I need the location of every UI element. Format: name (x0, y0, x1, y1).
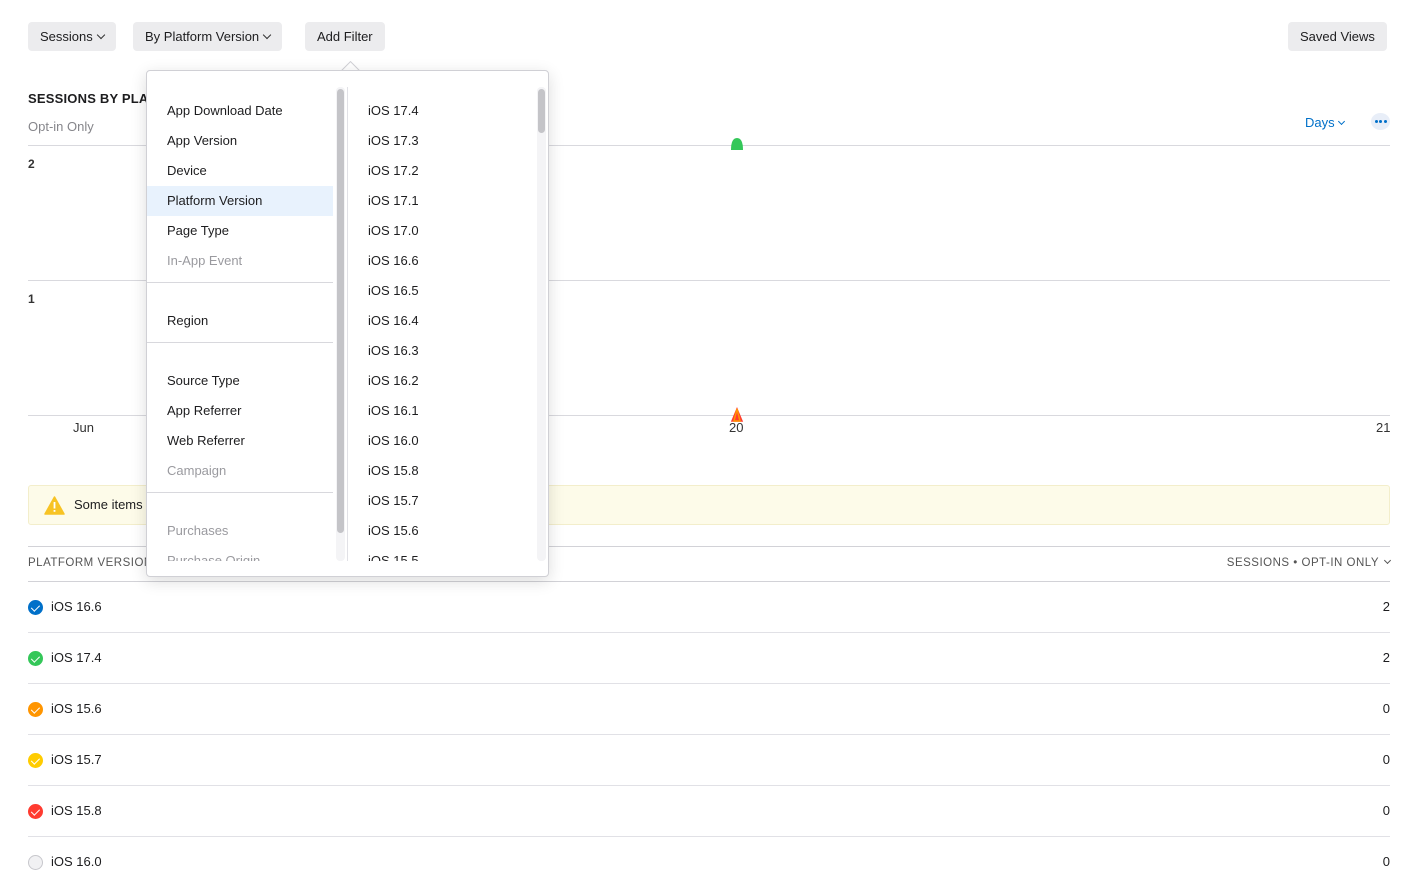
x-tick-label: Jun (73, 420, 94, 435)
platform-version-name: iOS 15.6 (51, 701, 102, 716)
filter-category-item: Purchase Origin (167, 553, 261, 561)
platform-version-option[interactable]: iOS 15.6 (348, 516, 534, 546)
menu-separator (147, 282, 333, 283)
platform-version-name: iOS 15.7 (51, 752, 102, 767)
scrollbar-thumb[interactable] (538, 89, 545, 133)
series-checkbox-icon[interactable] (28, 855, 43, 870)
chart-subtitle: Opt-in Only (28, 119, 94, 134)
platform-version-option[interactable]: iOS 16.0 (348, 426, 534, 456)
platform-version-option[interactable]: iOS 17.1 (348, 186, 534, 216)
platform-version-option[interactable]: iOS 17.3 (348, 126, 534, 156)
platform-version-option[interactable]: iOS 16.2 (348, 366, 534, 396)
series-checkbox-icon[interactable] (28, 804, 43, 819)
sessions-value: 0 (1382, 701, 1390, 716)
sessions-value: 0 (1382, 854, 1390, 869)
platform-version-option[interactable]: iOS 17.2 (348, 156, 534, 186)
saved-views-label: Saved Views (1300, 29, 1375, 44)
platform-version-option[interactable]: iOS 15.7 (348, 486, 534, 516)
sessions-label: Sessions (40, 29, 93, 44)
sessions-header-label: SESSIONS • OPT-IN ONLY (1226, 557, 1379, 569)
series-checkbox-icon[interactable] (28, 600, 43, 615)
platform-version-option[interactable]: iOS 17.0 (348, 216, 534, 246)
platform-version-name: iOS 16.0 (51, 854, 102, 869)
platform-version-name: iOS 15.8 (51, 803, 102, 818)
table-row[interactable]: iOS 16.0 0 (28, 837, 1390, 878)
filter-category-item[interactable]: App Download Date (147, 96, 333, 126)
add-filter-button[interactable]: Add Filter (305, 22, 385, 51)
y-tick-label: 1 (28, 292, 35, 306)
chevron-down-icon (262, 30, 272, 40)
chart-point (731, 138, 743, 150)
warning-icon (44, 496, 65, 520)
filter-category-item[interactable]: Source Type (147, 366, 333, 396)
table-row[interactable]: iOS 15.8 0 (28, 786, 1390, 837)
series-checkbox-icon[interactable] (28, 651, 43, 666)
chevron-down-icon (1337, 117, 1345, 126)
scrollbar-thumb[interactable] (337, 89, 344, 533)
add-filter-popup: App Download Date App Version Device Platfo… (146, 70, 549, 577)
chevron-down-icon (96, 30, 105, 40)
menu-separator (147, 342, 333, 343)
sessions-value: 2 (1382, 599, 1390, 614)
days-dropdown[interactable]: Days (1305, 115, 1345, 130)
filter-category-item[interactable]: App Referrer (147, 396, 333, 426)
chevron-down-icon (1383, 556, 1392, 565)
platform-version-option[interactable]: iOS 16.3 (348, 336, 534, 366)
x-tick-label: 20 (729, 420, 744, 435)
more-options-icon[interactable] (1371, 113, 1390, 130)
filter-category-item[interactable]: Web Referrer (147, 426, 333, 456)
sessions-value: 2 (1382, 650, 1390, 665)
table-row[interactable]: iOS 15.6 0 (28, 684, 1390, 735)
platform-version-option[interactable]: iOS 15.5 (348, 546, 534, 561)
menu-separator (147, 492, 333, 493)
platform-version-option[interactable]: iOS 16.1 (348, 396, 534, 426)
filter-category-item: Campaign (167, 463, 227, 478)
category-scrollbar[interactable] (336, 87, 345, 561)
platform-version-option[interactable]: iOS 15.8 (348, 456, 534, 486)
platform-version-list: iOS 17.4 iOS 17.3 iOS 17.2 iOS 17.1 iOS 17.0… (348, 87, 534, 561)
series-checkbox-icon[interactable] (28, 753, 43, 768)
filter-category-item: Purchases (167, 523, 229, 538)
days-label: Days (1305, 115, 1335, 130)
table-row[interactable]: iOS 17.4 2 (28, 633, 1390, 684)
saved-views-button[interactable]: Saved Views (1288, 22, 1387, 51)
filter-category-item[interactable]: App Version (147, 126, 333, 156)
platform-version-option[interactable]: iOS 16.4 (348, 306, 534, 336)
filter-category-item[interactable]: Region (147, 306, 333, 336)
platform-version-option[interactable]: iOS 17.4 (348, 96, 534, 126)
table-row[interactable]: iOS 16.6 2 (28, 582, 1390, 633)
sessions-value: 0 (1382, 803, 1390, 818)
column-header-sessions[interactable]: SESSIONS • OPT-IN ONLY (1226, 556, 1392, 569)
x-tick-label: 21 (1376, 420, 1391, 435)
add-filter-label: Add Filter (317, 29, 373, 44)
platform-version-label: By Platform Version (145, 29, 260, 44)
column-header-platform-version: PLATFORM VERSION (28, 557, 153, 569)
platform-version-name: iOS 17.4 (51, 650, 102, 665)
platform-version-option[interactable]: iOS 16.5 (348, 276, 534, 306)
platform-version-name: iOS 16.6 (51, 599, 102, 614)
y-tick-label: 2 (28, 157, 35, 171)
platform-version-option[interactable]: iOS 16.6 (348, 246, 534, 276)
filter-category-item[interactable]: Page Type (147, 216, 333, 246)
filter-category-item[interactable]: Device (147, 156, 333, 186)
version-scrollbar[interactable] (537, 87, 546, 561)
table-row[interactable]: iOS 15.7 0 (28, 735, 1390, 786)
filter-category-item[interactable]: Platform Version (147, 186, 333, 216)
filter-category-list: App Download Date App Version Device Platfo… (147, 87, 333, 561)
series-checkbox-icon[interactable] (28, 702, 43, 717)
sessions-dropdown-button[interactable]: Sessions (28, 22, 116, 51)
filter-category-item: In-App Event (167, 253, 243, 268)
warning-text: Some items (74, 497, 143, 512)
sessions-value: 0 (1382, 752, 1390, 767)
platform-version-dropdown-button[interactable]: By Platform Version (133, 22, 283, 51)
